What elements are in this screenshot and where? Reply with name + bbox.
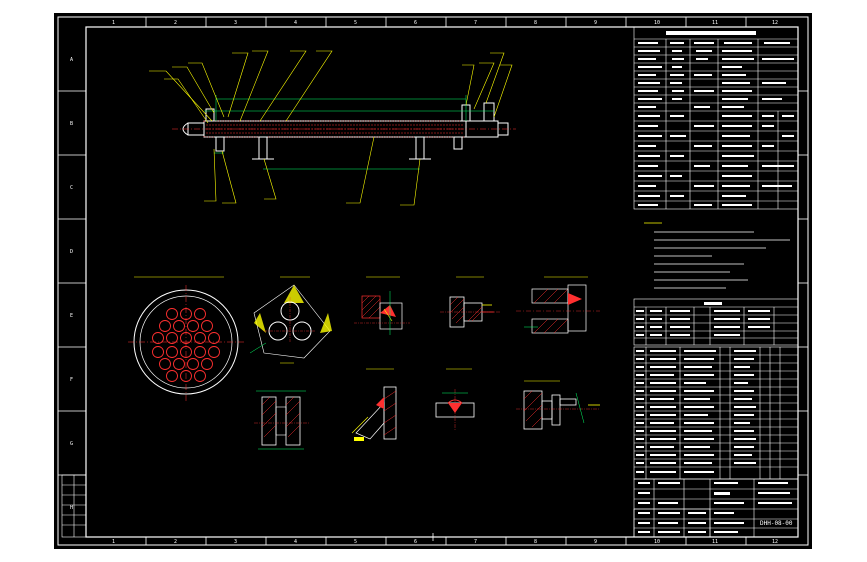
bolted-flange-detail [516,380,600,430]
side-zone-e: E [70,313,73,319]
table-text-marks [636,302,770,473]
bottom-zone-11: 11 [712,539,718,545]
top-zone-10: 10 [654,20,660,26]
butt-weld-detail [435,368,475,431]
top-zone-11: 11 [712,20,718,26]
bottom-zone-4: 4 [294,539,297,545]
top-zone-6: 6 [414,20,417,26]
support-detail [254,362,310,450]
bottom-zone-2: 2 [174,539,177,545]
side-zone-h: H [70,505,73,511]
top-zone-12: 12 [772,20,778,26]
left-stamp-table [61,474,87,538]
bottom-zone-10: 10 [654,539,660,545]
bottom-zone-1: 1 [112,539,115,545]
technical-notes [644,222,790,289]
top-zone-4: 4 [294,20,297,26]
top-zone-9: 9 [594,20,597,26]
nozzle-flange-detail [440,276,500,328]
bottom-zone-12: 12 [772,539,778,545]
drawing-number: DHH-08-00 [760,520,793,527]
top-zone-1: 1 [112,20,115,26]
tube-expansion-detail [516,276,600,334]
angle-weld-detail [351,368,397,441]
top-zone-8: 8 [534,20,537,26]
title-block [633,478,799,538]
bottom-zone-5: 5 [354,539,357,545]
side-zone-d: D [70,249,73,255]
side-zone-b: B [70,121,73,127]
cad-drawing-sheet: 1 2 3 4 5 6 7 8 9 10 11 12 1 2 3 4 5 6 7… [54,13,812,549]
bottom-zone-8: 8 [534,539,537,545]
inner-frame [85,26,799,538]
drawing-canvas: 1 2 3 4 5 6 7 8 9 10 11 12 1 2 3 4 5 6 7… [57,16,809,546]
bottom-zone-6: 6 [414,539,417,545]
elevation-leaders [149,50,513,206]
bottom-zone-7: 7 [474,539,477,545]
top-zone-2: 2 [174,20,177,26]
side-zone-f: F [70,377,73,383]
design-data-table [633,26,799,210]
nozzle-table [633,298,799,346]
weld-detail-1 [354,276,410,335]
exchanger-elevation-view [149,50,516,206]
tube-layout-section [128,276,244,403]
tube-pitch-detail [249,276,332,359]
top-zone-7: 7 [474,20,477,26]
zone-ticks [58,17,808,545]
outer-frame [57,16,809,546]
design-data-marks [638,31,794,206]
side-zone-a: A [70,57,73,63]
bottom-zone-9: 9 [594,539,597,545]
top-zone-3: 3 [234,20,237,26]
side-zone-c: C [70,185,73,191]
side-zone-g: G [70,441,73,447]
top-zone-5: 5 [354,20,357,26]
bottom-zone-3: 3 [234,539,237,545]
